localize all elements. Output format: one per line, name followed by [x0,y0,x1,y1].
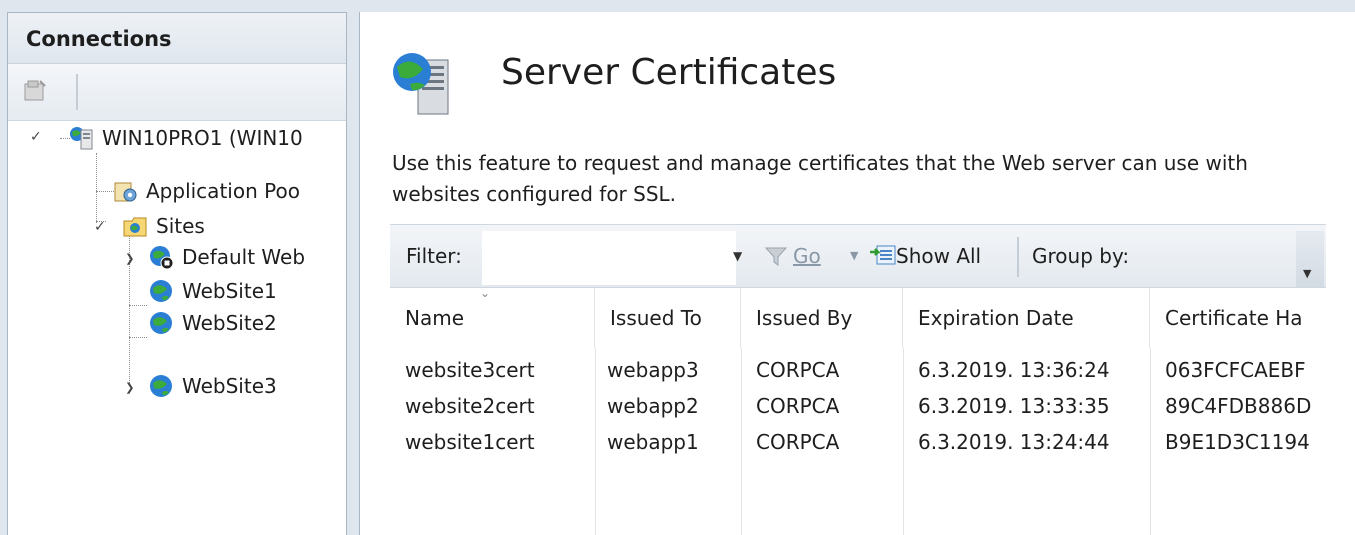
page-title: Server Certificates [501,52,837,93]
cell-expiration-date: 6.3.2019. 13:36:24 [918,358,1110,382]
cell-issued-to: webapp3 [607,358,699,382]
tree-node-label: WIN10PRO1 (WIN10 [102,126,303,150]
globe-icon [150,280,172,302]
tree-node-label: WebSite2 [182,311,277,335]
cell-issued-to: webapp2 [607,394,699,418]
tree-line [96,153,97,223]
cell-issued-by: CORPCA [756,358,840,382]
column-header-label: Expiration Date [918,306,1074,330]
connections-pane: Connections ✓ WIN10PRO1 (WIN10 Applicati… [7,12,347,535]
expand-chevron-icon[interactable]: ❯ [125,253,134,266]
server-icon [70,127,93,150]
app-pool-icon [114,182,137,202]
column-header-issued-by[interactable]: Issued By [741,288,903,348]
globe-stopped-icon [150,246,174,270]
tree-node-sites[interactable]: Sites [122,211,205,241]
pane-splitter[interactable] [347,12,359,535]
filter-input[interactable] [482,231,736,285]
cell-name: website2cert [405,394,535,418]
tree-node-server[interactable]: WIN10PRO1 (WIN10 [68,123,303,153]
column-header-label: Certificate Ha [1165,306,1303,330]
cell-certificate-hash: B9E1D3C1194 [1165,430,1310,454]
go-button[interactable]: Go [793,244,821,268]
tree-node-website3[interactable]: WebSite3 [148,371,277,401]
create-connection-icon[interactable] [22,78,48,104]
column-header-label: Issued By [756,306,853,330]
globe-icon [150,375,172,397]
cell-expiration-date: 6.3.2019. 13:24:44 [918,430,1110,454]
cell-name: website1cert [405,430,535,454]
feature-description: Use this feature to request and manage c… [392,151,1248,206]
server-certificates-icon [393,53,449,115]
connections-tree: ✓ WIN10PRO1 (WIN10 Application Poo ✓ Sit… [8,123,346,523]
filter-toolbar: Filter: ▼ Go ▼ Show All Group by: ▼ [390,224,1326,288]
feature-pane: Server Certificates Use this feature to … [359,12,1355,535]
tree-node-label: Application Poo [146,179,300,203]
toolbar-separator [76,74,78,110]
tree-node-default-web-site[interactable]: Default Web [148,242,305,272]
column-header-issued-to[interactable]: Issued To [595,288,741,348]
cell-certificate-hash: 063FCFCAEBF [1165,358,1306,382]
connections-header: Connections [8,13,346,64]
tree-node-label: Sites [156,214,205,238]
cell-name: website3cert [405,358,535,382]
collapse-chevron-icon[interactable]: ✓ [30,129,42,145]
collapse-chevron-icon[interactable]: ✓ [94,219,106,235]
table-row[interactable]: website3cert webapp3 CORPCA 6.3.2019. 13… [390,352,1326,388]
cell-issued-by: CORPCA [756,430,840,454]
tree-node-label: WebSite1 [182,279,277,303]
tree-node-website1[interactable]: WebSite1 [148,276,277,306]
show-all-button[interactable]: Show All [896,244,981,268]
group-by-button[interactable]: Group by: [1032,244,1129,268]
tree-node-application-pools[interactable]: Application Poo [112,176,300,206]
go-dropdown-arrow-icon[interactable]: ▼ [850,249,858,262]
connections-title: Connections [26,27,172,51]
column-header-expiration-date[interactable]: Expiration Date [903,288,1150,348]
globe-icon [150,312,172,334]
table-row[interactable]: website2cert webapp2 CORPCA 6.3.2019. 13… [390,388,1326,424]
tree-node-website2[interactable]: WebSite2 [148,308,277,338]
filter-label: Filter: [406,244,462,268]
toolbar-separator [1017,237,1019,277]
filter-dropdown-arrow-icon[interactable]: ▼ [733,249,742,263]
sort-indicator-icon: ⌄ [480,286,491,300]
cell-issued-by: CORPCA [756,394,840,418]
show-all-icon [870,245,896,265]
tree-line [129,305,147,306]
table-row[interactable]: website1cert webapp1 CORPCA 6.3.2019. 13… [390,424,1326,460]
expand-chevron-icon[interactable]: ❯ [125,382,134,395]
cell-issued-to: webapp1 [607,430,699,454]
filter-funnel-icon [764,247,788,266]
column-header-name[interactable]: Name ⌄ [390,286,595,348]
column-header-label: Name [405,306,465,330]
chevron-down-icon: ▼ [1303,267,1312,280]
connections-toolbar [8,64,346,121]
tree-node-label: WebSite3 [182,374,277,398]
go-label: Go [793,244,821,268]
column-header-certificate-hash[interactable]: Certificate Ha [1150,288,1326,348]
tree-node-label: Default Web [182,245,306,269]
toolbar-overflow-button[interactable]: ▼ [1296,231,1324,287]
cell-certificate-hash: 89C4FDB886D [1165,394,1312,418]
column-header-label: Issued To [610,306,702,330]
cell-expiration-date: 6.3.2019. 13:33:35 [918,394,1110,418]
tree-line [129,337,147,338]
sites-folder-icon [123,217,147,237]
certificates-table: Name ⌄ Issued To Issued By Expiration Da… [390,286,1326,535]
